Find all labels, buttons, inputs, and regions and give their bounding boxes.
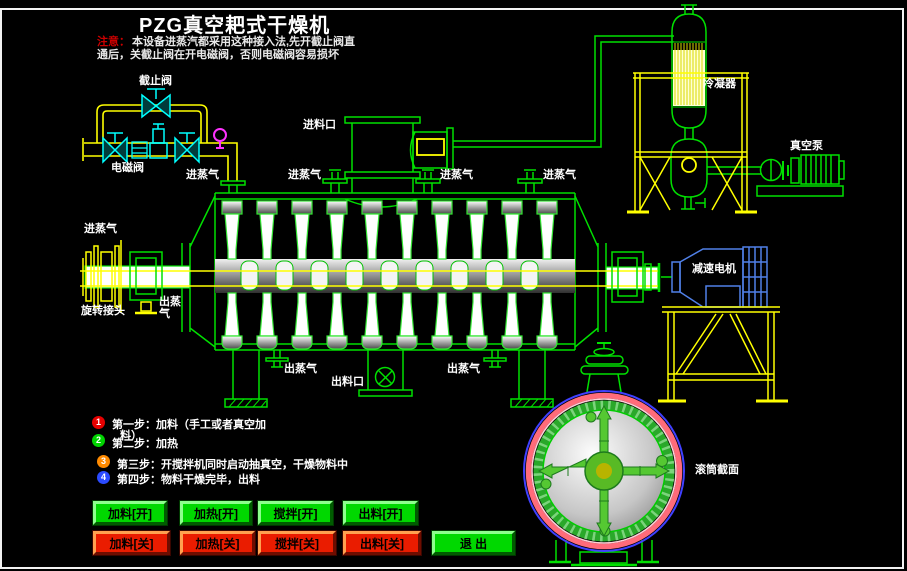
label-discharge-outlet: 出料口	[331, 376, 364, 389]
label-steam-out-2: 出蒸气	[447, 363, 480, 376]
discharge-off-button[interactable]: 出料[关]	[343, 531, 421, 555]
label-steam-in-left: 进蒸气	[84, 223, 117, 236]
steam-out-nozzle-2	[484, 350, 506, 367]
discharge-on-button[interactable]: 出料[开]	[343, 501, 418, 525]
label-steam-out-1: 出蒸气	[284, 363, 317, 376]
step-4-badge: 4	[97, 471, 110, 484]
label-steam-in-4: 进蒸气	[543, 169, 576, 182]
agitator-shaft	[80, 259, 658, 293]
steam-nozzle-1	[221, 181, 245, 193]
steam-nozzle-2	[323, 170, 347, 193]
drum-manhole	[581, 343, 628, 392]
vapor-filter	[411, 128, 454, 169]
vacuum-pump	[757, 155, 844, 196]
condenser-tube-bundle	[673, 42, 705, 107]
inlet-valve-right	[175, 133, 199, 162]
motor-stand	[658, 307, 788, 401]
drum-cross-section	[524, 391, 684, 551]
receiver-tank	[671, 139, 762, 209]
step-3-badge: 3	[97, 455, 110, 468]
feed-off-button[interactable]: 加料[关]	[93, 531, 170, 555]
label-solenoid-valve: 电磁阀	[111, 162, 144, 175]
label-steam-out-side: 出蒸气	[159, 296, 185, 320]
stop-valve	[142, 89, 170, 117]
label-feed-inlet: 进料口	[303, 119, 336, 132]
step-2-text: 第二步：加热	[112, 435, 178, 451]
label-condenser: 冷凝器	[703, 78, 736, 91]
steam-nozzle-4	[518, 170, 542, 193]
step-3-text: 第三步：开搅拌机同时启动抽真空，干燥物料中	[117, 456, 348, 472]
stir-off-button[interactable]: 搅拌[关]	[258, 531, 336, 555]
vessel-leg-right	[511, 350, 553, 407]
label-steam-in-1: 进蒸气	[186, 169, 219, 182]
hmi-screen: PZG真空耙式干燥机 注意：本设备进蒸汽都采用这种接入法,先开截止阀直 通后，关…	[0, 0, 907, 571]
label-gear-motor: 减速电机	[692, 263, 736, 276]
step-1-badge: 1	[92, 416, 105, 429]
vessel-leg-left	[225, 350, 267, 407]
stir-on-button[interactable]: 搅拌[开]	[258, 501, 333, 525]
vapor-pipe	[453, 36, 674, 147]
label-steam-in-2: 进蒸气	[288, 169, 321, 182]
inlet-valve-left	[103, 133, 127, 162]
discharge-chute	[359, 350, 412, 396]
label-drum-section: 滚筒截面	[695, 464, 739, 477]
exit-button[interactable]: 退 出	[432, 531, 515, 555]
step-4-text: 第四步：物料干燥完毕，出料	[117, 471, 260, 487]
label-stop-valve: 截止阀	[139, 75, 172, 88]
label-steam-in-3: 进蒸气	[440, 169, 473, 182]
label-rotary-joint: 旋转接头	[81, 305, 125, 318]
notice-line-2: 通后，关截止阀在开电磁阀，否则电磁阀容易损坏	[97, 46, 339, 62]
feed-hopper	[345, 117, 420, 193]
condenser	[672, 5, 706, 139]
discharge-valve-icon	[376, 368, 395, 387]
pressure-gauge	[214, 129, 226, 148]
heat-off-button[interactable]: 加热[关]	[180, 531, 255, 555]
feed-on-button[interactable]: 加料[开]	[93, 501, 167, 525]
label-vacuum-pump: 真空泵	[790, 140, 823, 153]
gear-motor	[672, 247, 767, 307]
heat-on-button[interactable]: 加热[开]	[180, 501, 252, 525]
solenoid-valve	[150, 124, 167, 158]
step-2-badge: 2	[92, 434, 105, 447]
